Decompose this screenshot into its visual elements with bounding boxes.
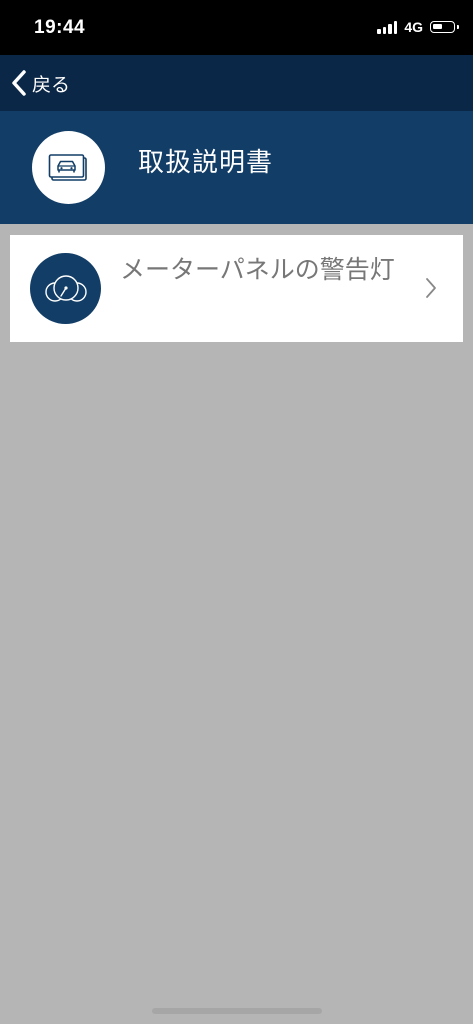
page-title: 取扱説明書 — [138, 148, 274, 178]
home-indicator[interactable] — [152, 1008, 322, 1014]
battery-icon — [430, 21, 459, 33]
battery-level — [433, 24, 442, 29]
manual-car-icon — [48, 153, 87, 181]
header-icon-badge — [32, 131, 105, 204]
status-bar: 19:44 4G — [0, 0, 473, 55]
navigation-bar: 戻る — [0, 55, 473, 111]
item-icon-badge — [30, 253, 101, 324]
chevron-left-icon — [12, 70, 26, 96]
list-item-warning-lights[interactable]: メーターパネルの警告灯 — [10, 235, 463, 342]
back-label: 戻る — [32, 73, 71, 96]
status-indicators: 4G — [377, 19, 459, 35]
gauge-icon — [44, 274, 87, 302]
page-header: 取扱説明書 — [0, 111, 473, 224]
list-item-label: メーターパネルの警告灯 — [120, 255, 395, 284]
back-button[interactable]: 戻る — [10, 67, 70, 99]
chevron-right-icon — [426, 278, 436, 298]
network-type-label: 4G — [404, 19, 423, 35]
status-time: 19:44 — [34, 17, 86, 38]
cellular-signal-icon — [377, 20, 398, 34]
